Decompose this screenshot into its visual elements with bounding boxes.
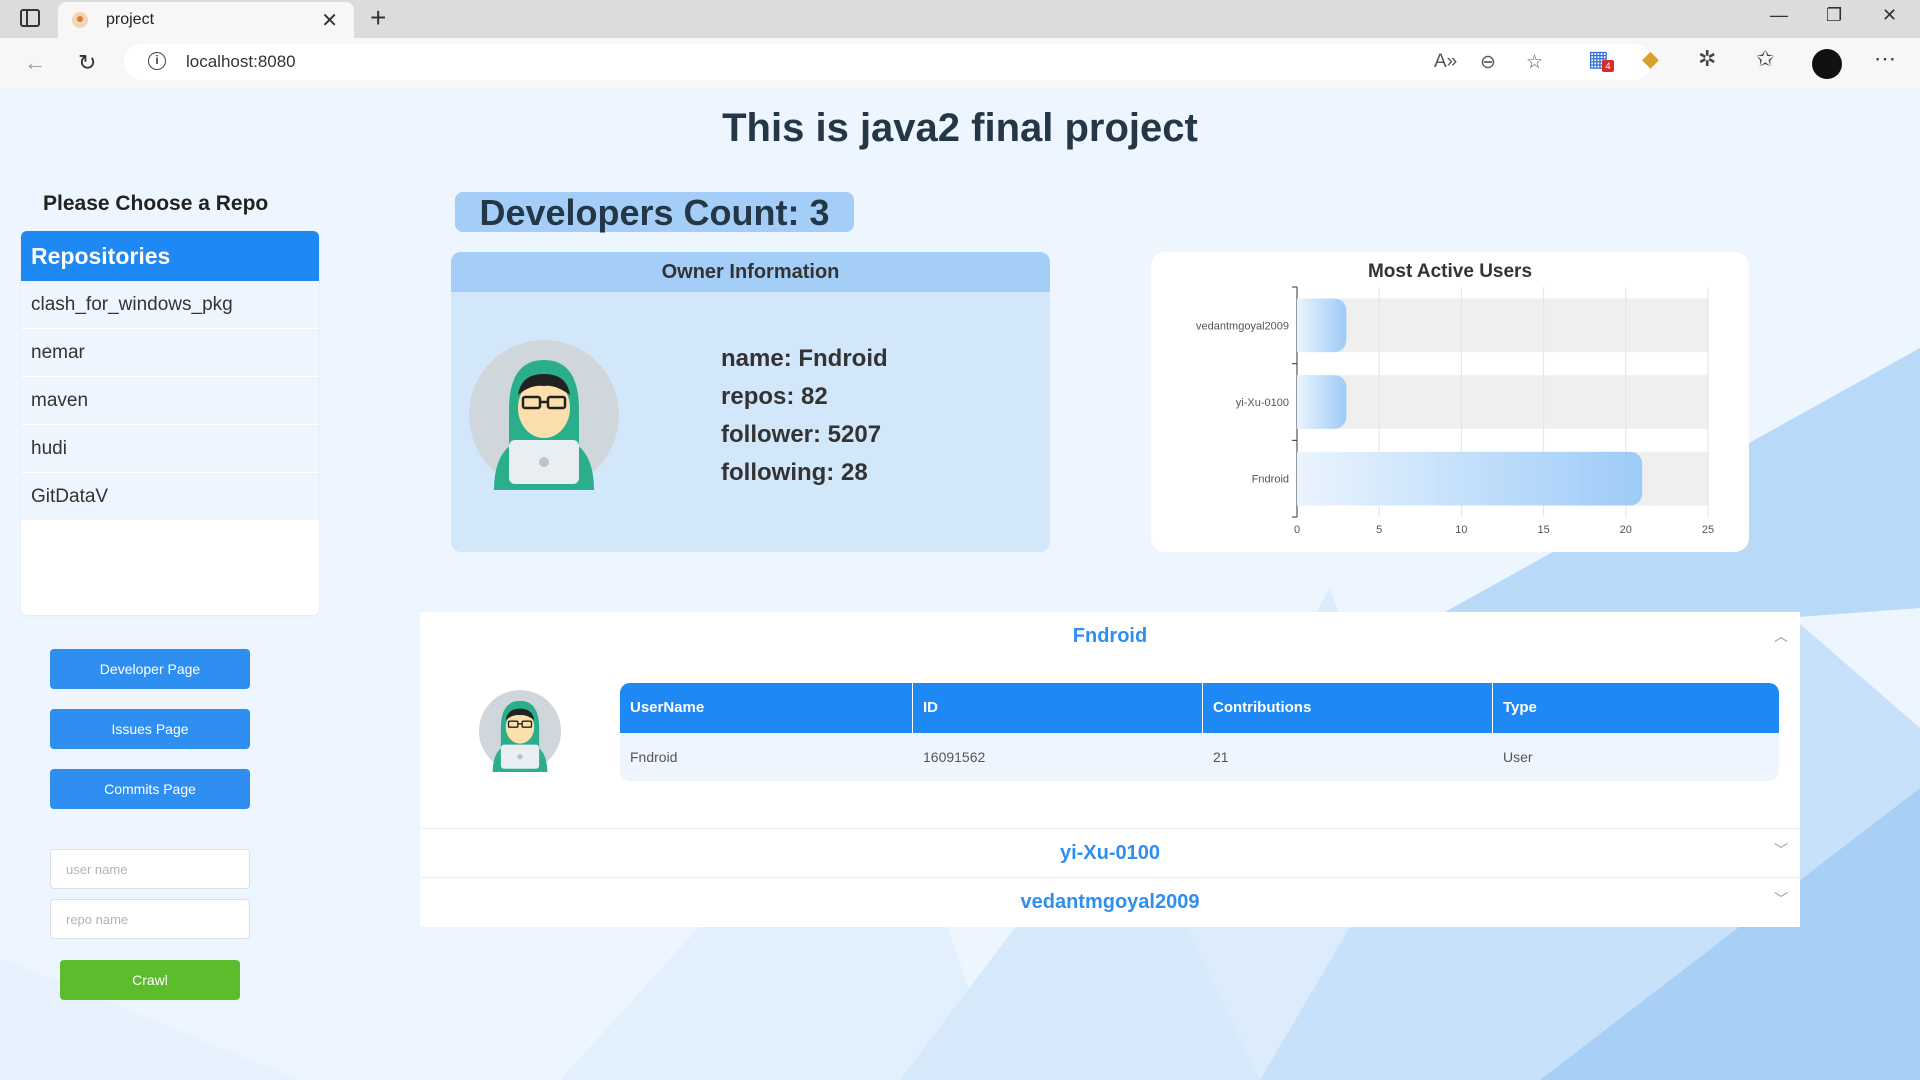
owner-header: Owner Information xyxy=(451,252,1050,292)
repo-item-maven[interactable]: maven xyxy=(21,377,319,425)
owner-information-card: Owner Information name: Fndroid repos: 8… xyxy=(451,252,1050,552)
developer-page-button[interactable]: Developer Page xyxy=(50,649,250,689)
most-active-users-card: Most Active Users vedantmgoyal2009 yi-Xu-… xyxy=(1151,252,1749,552)
bar-yi-Xu-0100 xyxy=(1297,375,1347,429)
read-aloud-icon[interactable]: A» xyxy=(1434,51,1457,73)
more-menu-icon[interactable]: ⋯ xyxy=(1874,46,1896,72)
x-tick-label: 15 xyxy=(1537,524,1549,536)
tab-title: project xyxy=(106,11,155,28)
restore-icon[interactable]: ❐ xyxy=(1826,5,1842,26)
table-header-contributions: Contributions xyxy=(1203,683,1493,733)
page-content: This is java2 final project Please Choos… xyxy=(0,88,1920,1080)
profile-avatar[interactable] xyxy=(1812,49,1842,79)
owner-details: name: Fndroid repos: 82 follower: 5207 f… xyxy=(721,340,888,492)
browser-tab[interactable]: project ✕ xyxy=(58,2,354,38)
owner-avatar xyxy=(469,340,619,490)
sidebar-toggle-icon[interactable] xyxy=(20,9,40,27)
site-info-icon[interactable]: i xyxy=(148,52,166,70)
close-window-icon[interactable]: ✕ xyxy=(1882,5,1897,26)
bar-Fndroid xyxy=(1297,451,1643,506)
commits-page-button[interactable]: Commits Page xyxy=(50,769,250,809)
x-tick-label: 20 xyxy=(1620,524,1632,536)
table-cell-username: Fndroid xyxy=(630,749,678,765)
close-tab-icon[interactable]: ✕ xyxy=(321,8,338,33)
page-title: This is java2 final project xyxy=(722,106,1198,150)
developer-avatar xyxy=(479,690,561,772)
issues-page-button[interactable]: Issues Page xyxy=(50,709,250,749)
shield-extension-icon[interactable]: ◆ xyxy=(1642,46,1659,72)
user-name-input[interactable] xyxy=(50,849,250,889)
owner-repos: repos: 82 xyxy=(721,383,828,410)
bar-chart: vedantmgoyal2009 yi-Xu-0100 Fndroid 0 5 10 15 2… xyxy=(1196,286,1714,536)
accordion-divider xyxy=(420,828,1800,829)
refresh-icon[interactable]: ↻ xyxy=(78,50,96,76)
repository-header: Repositories xyxy=(21,231,319,281)
favicon-icon xyxy=(72,12,88,28)
category-label: yi-Xu-0100 xyxy=(1236,397,1289,409)
accordion-divider xyxy=(420,877,1800,878)
bar-vedantmgoyal2009 xyxy=(1297,298,1347,353)
favorites-icon[interactable]: ✩ xyxy=(1756,46,1774,72)
chevron-down-icon[interactable]: ﹀ xyxy=(1774,889,1788,909)
browser-tab-bar: project ✕ + — ❐ ✕ xyxy=(0,0,1920,38)
accordion-item-yi-xu[interactable]: yi-Xu-0100 xyxy=(420,842,1800,865)
extension-badge: 4 xyxy=(1602,60,1614,72)
chevron-down-icon[interactable]: ﹀ xyxy=(1774,840,1788,860)
developers-count: Developers Count: 3 xyxy=(455,192,854,233)
repo-item-hudi[interactable]: hudi xyxy=(21,425,319,473)
x-tick-label: 5 xyxy=(1376,524,1382,536)
bar-track xyxy=(1297,298,1708,353)
repo-item-clash[interactable]: clash_for_windows_pkg xyxy=(21,281,319,329)
owner-name: name: Fndroid xyxy=(721,345,888,372)
accordion-item-fndroid[interactable]: Fndroid xyxy=(420,625,1800,648)
x-tick-label: 10 xyxy=(1455,524,1467,536)
x-tick-label: 0 xyxy=(1294,524,1300,536)
table-header-id: ID xyxy=(913,683,1203,733)
table-cell-id: 16091562 xyxy=(923,749,986,765)
developer-accordion: Fndroid ︿ UserName ID Contributions Type… xyxy=(420,612,1800,927)
choose-repo-label: Please Choose a Repo xyxy=(43,192,269,215)
owner-follower: follower: 5207 xyxy=(721,421,882,448)
address-bar[interactable]: i localhost:8080 A» ⊖ ☆ xyxy=(124,44,1652,80)
owner-following: following: 28 xyxy=(721,459,868,486)
crawl-button[interactable]: Crawl xyxy=(60,960,240,1000)
category-label: vedantmgoyal2009 xyxy=(1196,320,1289,332)
bar-track xyxy=(1297,375,1708,429)
table-header-username: UserName xyxy=(620,683,913,733)
back-icon[interactable]: ← xyxy=(24,50,46,76)
minimize-icon[interactable]: — xyxy=(1770,5,1788,26)
url-text: localhost:8080 xyxy=(186,52,296,71)
developer-table: UserName ID Contributions Type Fndroid 1… xyxy=(620,683,1779,781)
repo-item-gitdatav[interactable]: GitDataV xyxy=(21,473,319,521)
repo-item-nemar[interactable]: nemar xyxy=(21,329,319,377)
table-cell-contributions: 21 xyxy=(1213,749,1229,765)
repository-list: Repositories clash_for_windows_pkg nemar… xyxy=(21,231,319,615)
chevron-up-icon[interactable]: ︿ xyxy=(1774,626,1788,646)
browser-toolbar: ← ↻ i localhost:8080 A» ⊖ ☆ ▦ 4 ◆ ✲ ✩ ⋯ xyxy=(0,38,1920,89)
accordion-item-vedant[interactable]: vedantmgoyal2009 xyxy=(420,891,1800,914)
zoom-icon[interactable]: ⊖ xyxy=(1480,51,1496,74)
favorite-add-icon[interactable]: ☆ xyxy=(1526,51,1543,74)
x-tick-label: 25 xyxy=(1702,524,1714,536)
puzzle-icon[interactable]: ✲ xyxy=(1698,46,1716,72)
table-header-type: Type xyxy=(1493,683,1779,733)
new-tab-icon[interactable]: + xyxy=(370,2,386,34)
table-cell-type: User xyxy=(1503,749,1533,765)
category-label: Fndroid xyxy=(1252,474,1289,486)
repo-name-input[interactable] xyxy=(50,899,250,939)
